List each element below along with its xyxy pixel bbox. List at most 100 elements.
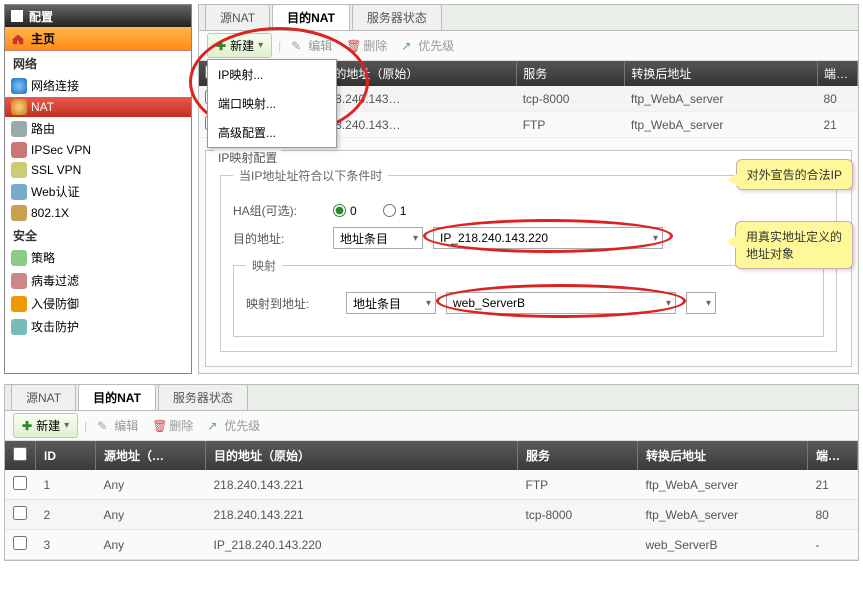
sidebar-item-8021x[interactable]: 802.1X	[5, 203, 191, 223]
route-icon	[11, 121, 27, 137]
sidebar-group-security: 安全	[5, 223, 191, 246]
ips-icon	[11, 296, 27, 312]
tab-src-nat[interactable]: 源NAT	[205, 4, 270, 30]
cfg-legend-condition: 当IP地址址符合以下条件时	[233, 167, 388, 184]
sidebar: 配置 主页 网络 网络连接 NAT 路由 IPSec VPN SSL VPN W…	[4, 4, 192, 374]
sidebar-titlebar: 配置	[5, 5, 191, 27]
tab-bar-bottom: 源NAT 目的NAT 服务器状态	[5, 385, 858, 411]
edit-icon: ✎	[97, 419, 111, 433]
web-icon	[11, 184, 27, 200]
table-row[interactable]: 2 Any 218.240.143.221 tcp-8000 ftp_WebA_…	[5, 500, 858, 530]
ipmap-config-panel: IP映射配置 当IP地址址符合以下条件时 HA组(可选): 0 1 目的地址: …	[205, 150, 852, 367]
tab-src-nat-b[interactable]: 源NAT	[11, 384, 76, 410]
callout-legal-ip: 对外宣告的合法IP	[736, 159, 853, 190]
globe-icon	[11, 78, 27, 94]
dst-label: 目的地址:	[233, 230, 323, 247]
sidebar-item-netconn[interactable]: 网络连接	[5, 74, 191, 97]
sidebar-home-label: 主页	[31, 30, 55, 47]
dst-type-select[interactable]: 地址条目	[333, 227, 423, 249]
tab-dst-nat-b[interactable]: 目的NAT	[78, 384, 156, 410]
tab-server-status-b[interactable]: 服务器状态	[158, 384, 248, 410]
col-dst[interactable]: 目的地址（原始）	[316, 61, 517, 86]
table-row[interactable]: 3 Any IP_218.240.143.220 web_ServerB -	[5, 530, 858, 560]
sidebar-home[interactable]: 主页	[5, 27, 191, 51]
attack-icon	[11, 319, 27, 335]
tab-dst-nat[interactable]: 目的NAT	[272, 4, 350, 30]
nat-table-bottom: ID 源地址（… 目的地址（原始） 服务 转换后地址 端… 1 Any 218.…	[5, 441, 858, 560]
ssl-icon	[11, 162, 27, 178]
callout-addr-object: 用真实地址定义的 地址对象	[735, 221, 853, 269]
priority-button[interactable]: ↗优先级	[397, 35, 458, 56]
nat-icon	[11, 99, 27, 115]
col-xlate[interactable]: 转换后地址	[625, 61, 818, 86]
dropdown-caret-icon: ▾	[64, 420, 69, 431]
new-button-b[interactable]: ✚ 新建 ▾	[13, 413, 78, 438]
menu-port-map[interactable]: 端口映射...	[208, 89, 336, 118]
col-svc-b[interactable]: 服务	[518, 441, 638, 470]
policy-icon	[11, 250, 27, 266]
sidebar-group-network: 网络	[5, 51, 191, 74]
row-checkbox[interactable]	[13, 506, 27, 520]
cfg-legend-map: 映射	[246, 257, 282, 274]
menu-advanced[interactable]: 高级配置...	[208, 118, 336, 147]
col-xlate-b[interactable]: 转换后地址	[638, 441, 808, 470]
sidebar-item-policy[interactable]: 策略	[5, 246, 191, 269]
8021x-icon	[11, 205, 27, 221]
sidebar-item-attack[interactable]: 攻击防护	[5, 315, 191, 338]
table-row[interactable]: 1 Any 218.240.143.221 FTP ftp_WebA_serve…	[5, 470, 858, 500]
new-menu: IP映射... 端口映射... 高级配置...	[207, 59, 337, 148]
map-extra-select[interactable]	[686, 292, 716, 314]
map-label: 映射到地址:	[246, 295, 336, 312]
col-id-b[interactable]: ID	[36, 441, 96, 470]
sidebar-item-sslvpn[interactable]: SSL VPN	[5, 160, 191, 180]
map-type-select[interactable]: 地址条目	[346, 292, 436, 314]
edit-icon: ✎	[291, 39, 305, 53]
delete-button[interactable]: 🗑删除	[342, 35, 391, 56]
main-panel: 源NAT 目的NAT 服务器状态 ✚ 新建 ▾ | ✎编辑 🗑删除 ↗优先级 I…	[198, 4, 859, 374]
plus-icon: ✚	[22, 419, 32, 433]
col-src-b[interactable]: 源地址（…	[96, 441, 206, 470]
plus-icon: ✚	[216, 39, 226, 53]
toolbar: ✚ 新建 ▾ | ✎编辑 🗑删除 ↗优先级 IP映射... 端口映射... 高级…	[199, 31, 858, 61]
priority-icon: ↗	[401, 39, 415, 53]
map-value-select[interactable]: web_ServerB	[446, 292, 676, 314]
menu-ip-map[interactable]: IP映射...	[208, 60, 336, 89]
trash-icon: 🗑	[346, 39, 360, 53]
bottom-panel: 源NAT 目的NAT 服务器状态 ✚ 新建 ▾ | ✎编辑 🗑删除 ↗优先级 I…	[4, 384, 859, 561]
dst-value-select[interactable]: IP_218.240.143.220	[433, 227, 663, 249]
titlebar-icon	[11, 10, 23, 22]
ha-radio-1[interactable]: 1	[383, 204, 407, 218]
virus-icon	[11, 273, 27, 289]
sidebar-item-ips[interactable]: 入侵防御	[5, 292, 191, 315]
priority-icon: ↗	[207, 419, 221, 433]
toolbar-bottom: ✚ 新建 ▾ | ✎编辑 🗑删除 ↗优先级	[5, 411, 858, 441]
ha-radio-0[interactable]: 0	[333, 204, 357, 218]
sidebar-item-webauth[interactable]: Web认证	[5, 180, 191, 203]
sidebar-item-ipsec[interactable]: IPSec VPN	[5, 140, 191, 160]
edit-button[interactable]: ✎编辑	[287, 35, 336, 56]
priority-button-b[interactable]: ↗优先级	[203, 415, 264, 436]
col-svc[interactable]: 服务	[517, 61, 625, 86]
tab-server-status[interactable]: 服务器状态	[352, 4, 442, 30]
col-port[interactable]: 端…	[818, 61, 858, 86]
cfg-title: IP映射配置	[214, 149, 281, 166]
ipsec-icon	[11, 142, 27, 158]
sidebar-item-route[interactable]: 路由	[5, 117, 191, 140]
new-button[interactable]: ✚ 新建 ▾	[207, 33, 272, 58]
tab-bar: 源NAT 目的NAT 服务器状态	[199, 5, 858, 31]
sidebar-title: 配置	[29, 8, 53, 25]
home-icon	[11, 32, 25, 46]
sidebar-item-nat[interactable]: NAT	[5, 97, 191, 117]
edit-button-b[interactable]: ✎编辑	[93, 415, 142, 436]
row-checkbox[interactable]	[13, 536, 27, 550]
col-port-b[interactable]: 端…	[808, 441, 858, 470]
delete-button-b[interactable]: 🗑删除	[148, 415, 197, 436]
ha-label: HA组(可选):	[233, 202, 323, 219]
row-checkbox[interactable]	[13, 476, 27, 490]
col-dst-b[interactable]: 目的地址（原始）	[206, 441, 518, 470]
dropdown-caret-icon: ▾	[258, 40, 263, 51]
trash-icon: 🗑	[152, 419, 166, 433]
sidebar-item-virus[interactable]: 病毒过滤	[5, 269, 191, 292]
cfg-fieldset-map: 映射 映射到地址: 地址条目 web_ServerB	[233, 257, 824, 337]
header-checkbox-b[interactable]	[13, 447, 27, 461]
